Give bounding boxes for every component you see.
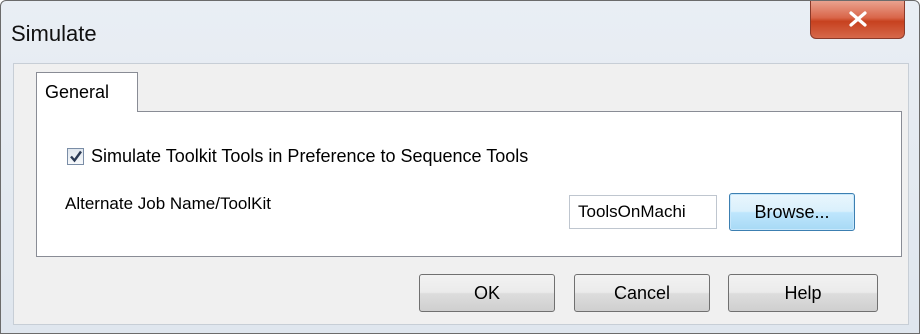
browse-button[interactable]: Browse...	[729, 193, 855, 231]
simulate-dialog: Simulate General Simulate Toolkit Tools …	[0, 0, 920, 334]
window-title: Simulate	[11, 21, 97, 46]
alternate-job-label: Alternate Job Name/ToolKit	[65, 194, 271, 213]
close-button[interactable]	[810, 1, 905, 39]
help-button[interactable]: Help	[728, 274, 878, 312]
close-icon	[849, 11, 867, 27]
cancel-button[interactable]: Cancel	[574, 274, 710, 312]
tab-general[interactable]: General	[36, 72, 138, 112]
dialog-client-area: General Simulate Toolkit Tools in Prefer…	[13, 63, 909, 325]
simulate-toolkit-checkbox[interactable]	[67, 148, 84, 165]
checkmark-icon	[70, 150, 82, 163]
ok-button[interactable]: OK	[419, 274, 555, 312]
simulate-toolkit-option[interactable]: Simulate Toolkit Tools in Preference to …	[67, 146, 528, 167]
alternate-job-input[interactable]	[569, 195, 717, 229]
simulate-toolkit-label: Simulate Toolkit Tools in Preference to …	[91, 146, 529, 166]
general-tab-panel: Simulate Toolkit Tools in Preference to …	[36, 111, 902, 257]
tab-general-label: General	[45, 82, 110, 102]
